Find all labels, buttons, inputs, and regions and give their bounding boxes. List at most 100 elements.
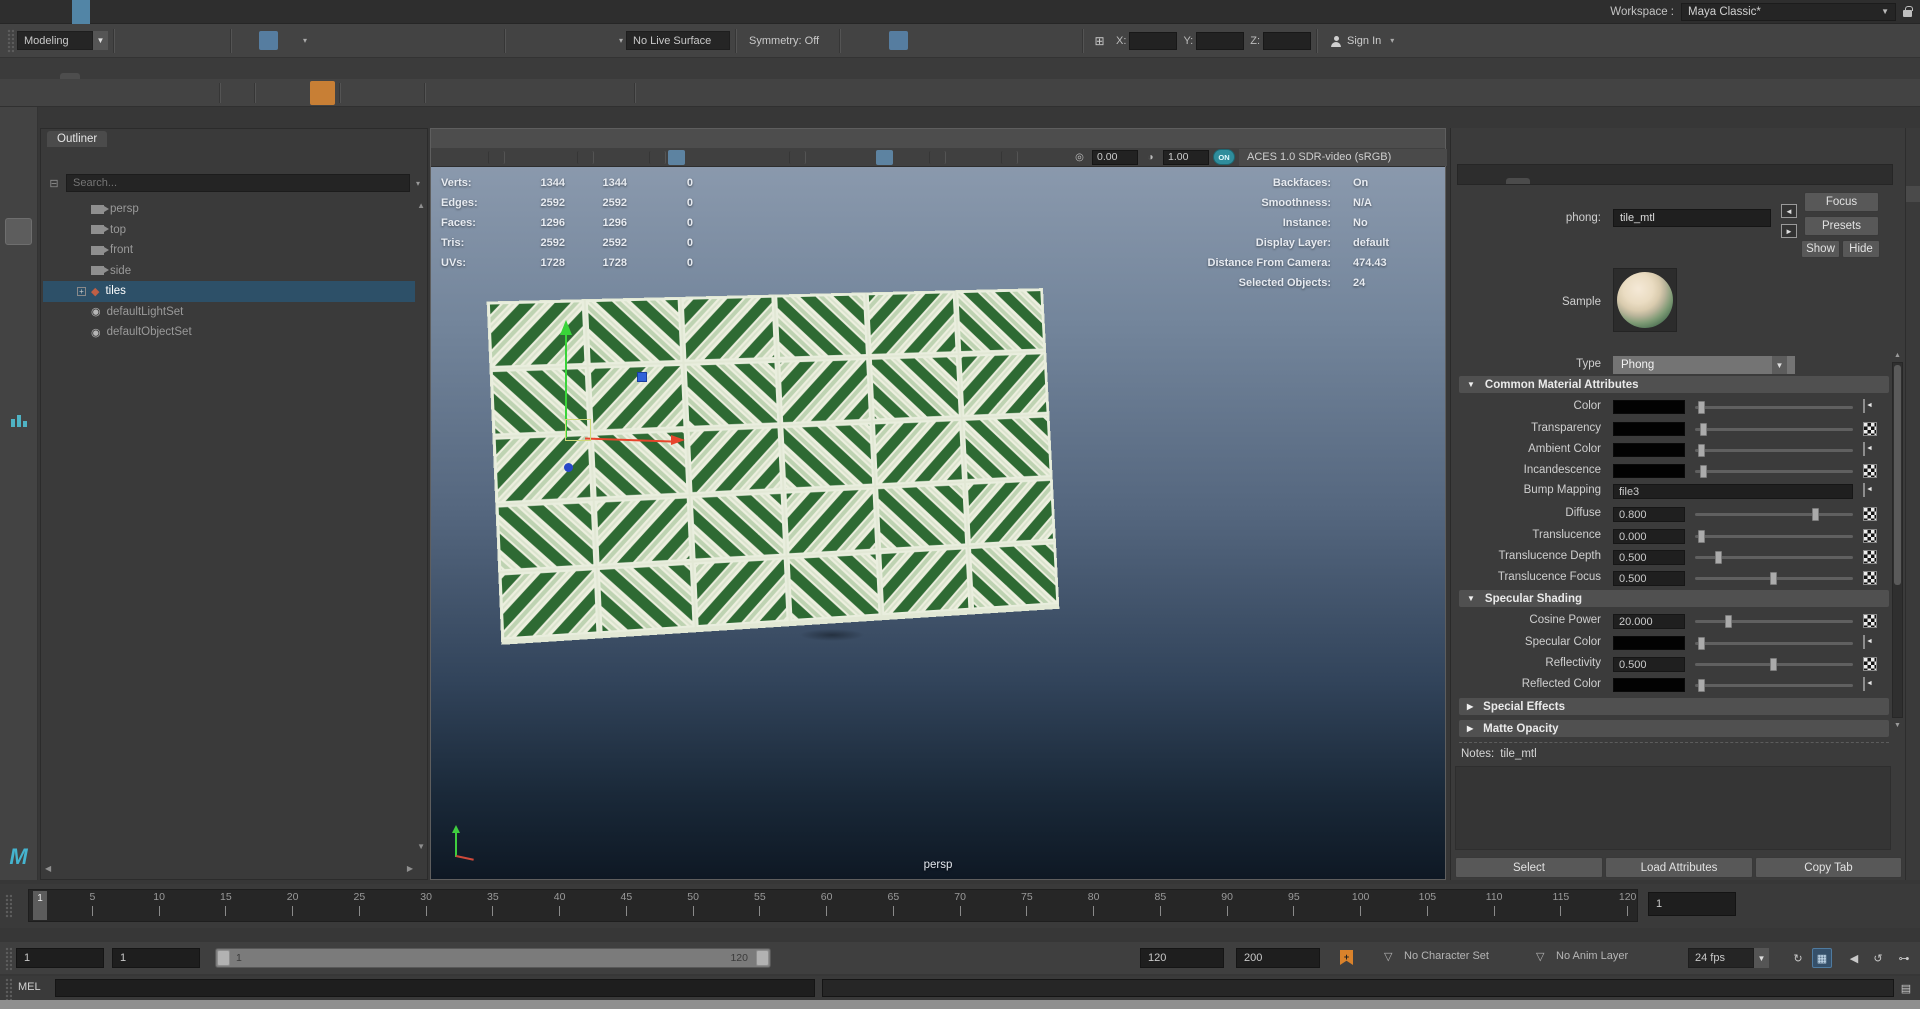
x-input[interactable] [1129, 31, 1178, 50]
scroll-down-icon[interactable]: ▼ [1892, 720, 1903, 731]
menu-cache[interactable] [288, 0, 306, 24]
chevron-down-icon[interactable]: ▽ [1536, 950, 1544, 963]
outliner-item-front[interactable]: + ◉ ◆ front [43, 240, 415, 261]
default-lighting-icon[interactable] [893, 150, 910, 165]
scroll-left-icon[interactable]: ◀ [45, 864, 51, 873]
output-operations-icon[interactable] [533, 31, 552, 50]
type-tool-icon[interactable] [285, 81, 310, 105]
output-connections-icon[interactable]: ► [1781, 224, 1797, 238]
map-texture-icon[interactable] [1863, 507, 1877, 521]
menu-modify[interactable] [72, 0, 90, 24]
y-input[interactable] [1196, 31, 1245, 50]
attr-slider[interactable] [1695, 465, 1853, 478]
mute-audio-icon[interactable]: ◀ [1844, 948, 1864, 968]
map-texture-icon[interactable] [1863, 571, 1877, 585]
render-current-frame-icon[interactable] [931, 31, 950, 50]
sweep-mesh-icon[interactable] [225, 81, 250, 105]
current-frame-field[interactable]: 1 [1648, 892, 1736, 916]
input-connection-icon[interactable] [1863, 483, 1865, 497]
move-manipulator-plane-handle[interactable] [565, 419, 591, 441]
scrollbar-thumb[interactable] [1894, 365, 1901, 585]
make-live-icon[interactable] [416, 31, 435, 50]
hypershade-persp-layout-icon[interactable] [7, 537, 31, 556]
attr-slider[interactable] [1695, 658, 1853, 671]
character-set-dropdown[interactable]: No Character Set [1404, 950, 1489, 962]
pinch-mesh-icon[interactable] [1745, 81, 1770, 105]
attr-slider[interactable] [1695, 401, 1853, 414]
film-gate-icon[interactable] [685, 150, 702, 165]
translucence-depth-field[interactable]: 0.500 [1613, 550, 1685, 565]
ae-scrollbar[interactable] [1892, 362, 1903, 718]
quad-draw-icon[interactable] [715, 81, 740, 105]
chevron-down-icon[interactable]: ▼ [93, 31, 108, 50]
cosine-power-field[interactable]: 20.000 [1613, 614, 1685, 629]
separate-icon[interactable] [480, 81, 505, 105]
outliner-item-defaultObjectSet[interactable]: + ◉ ◆ defaultObjectSet [43, 322, 415, 343]
time-slider[interactable]: 1 5 10 15 20 25 30 35 40 45 50 55 60 65 70 75 80 85 90 95 1… [28, 889, 1638, 922]
focus-button[interactable]: Focus [1804, 192, 1879, 212]
matte-opacity-section[interactable]: ▶ Matte Opacity [1459, 720, 1889, 737]
copy-tab-button[interactable]: Copy Tab [1755, 857, 1902, 878]
input-connection-icon[interactable] [1863, 442, 1865, 456]
workspace-home-icon[interactable] [1827, 31, 1846, 50]
chevron-down-icon[interactable]: ▾ [303, 36, 307, 45]
animation-preferences-icon[interactable] [889, 31, 909, 50]
show-button[interactable]: Show [1801, 240, 1840, 258]
drag-grip[interactable] [5, 947, 12, 971]
playblast-options-icon[interactable]: ▦ [1812, 948, 1832, 968]
node-name-field[interactable] [1613, 209, 1771, 227]
select-hierarchy-icon[interactable] [238, 31, 257, 50]
four-pane-layout-icon[interactable] [7, 489, 31, 508]
attr-slider[interactable] [1695, 615, 1853, 628]
shadows-icon[interactable] [910, 150, 927, 165]
side-tab-channel-box[interactable] [1906, 134, 1920, 150]
move-tool-icon[interactable] [5, 218, 32, 245]
pan-zoom-icon[interactable] [613, 150, 630, 165]
poly-torus-icon[interactable] [140, 81, 165, 105]
menu-surfaces[interactable] [216, 0, 234, 24]
color-swatch[interactable] [1613, 636, 1685, 650]
menu-arnold[interactable] [324, 0, 342, 24]
lasso-tool-icon[interactable] [5, 152, 32, 179]
chevron-down-icon[interactable]: ▾ [619, 36, 623, 45]
new-scene-icon[interactable] [121, 31, 140, 50]
poly-cylinder-icon[interactable] [90, 81, 115, 105]
menu-deform[interactable] [234, 0, 252, 24]
script-editor-icon[interactable]: ▤ [1896, 978, 1916, 998]
gamma-field[interactable]: 1.00 [1163, 149, 1209, 165]
renderer-select-icon[interactable] [435, 150, 452, 165]
symmetry-mesh-icon[interactable] [1595, 81, 1620, 105]
hypershade-icon[interactable] [994, 31, 1013, 50]
rotate-tool-icon[interactable] [5, 251, 32, 278]
exposure-icon[interactable]: ◎ [1071, 150, 1088, 165]
step-back-key-button[interactable] [1783, 890, 1804, 918]
occlusion-icon[interactable] [948, 150, 965, 165]
sculpt-mesh-icon[interactable] [1670, 81, 1695, 105]
erase-target-icon[interactable] [1870, 81, 1895, 105]
add-bookmark-icon[interactable]: + [1340, 950, 1353, 965]
joints-xray-icon[interactable] [1037, 150, 1054, 165]
load-attributes-button[interactable]: Load Attributes [1605, 857, 1753, 878]
channel-box-toggle-icon[interactable] [1869, 31, 1888, 50]
lock-camera-icon[interactable] [524, 150, 541, 165]
poly-plane-icon[interactable] [165, 81, 190, 105]
poly-disc-icon[interactable] [190, 81, 215, 105]
attr-slider[interactable] [1695, 508, 1853, 521]
colorspace-label[interactable]: ACES 1.0 SDR-video (sRGB) [1239, 148, 1447, 166]
move-manipulator-x-arrow[interactable] [671, 435, 685, 445]
mirror-icon[interactable] [555, 81, 580, 105]
common-material-attributes-section[interactable]: ▼ Common Material Attributes [1459, 376, 1889, 393]
command-input[interactable] [55, 979, 815, 997]
z-input[interactable] [1263, 31, 1312, 50]
menu-uv[interactable] [252, 0, 270, 24]
side-tab-attribute-editor[interactable] [1906, 186, 1920, 202]
animation-start-field[interactable]: 1 [16, 948, 104, 968]
outliner-item-side[interactable]: + ◉ ◆ side [43, 261, 415, 282]
exposure-icon[interactable] [1054, 150, 1071, 165]
attr-slider[interactable] [1695, 423, 1853, 436]
move-manipulator-y-arrow[interactable] [560, 320, 572, 335]
color-swatch[interactable] [1613, 678, 1685, 692]
presets-button[interactable]: Presets [1804, 216, 1879, 236]
grease-pencil-icon[interactable] [630, 150, 647, 165]
go-to-start-button[interactable] [1739, 890, 1760, 918]
